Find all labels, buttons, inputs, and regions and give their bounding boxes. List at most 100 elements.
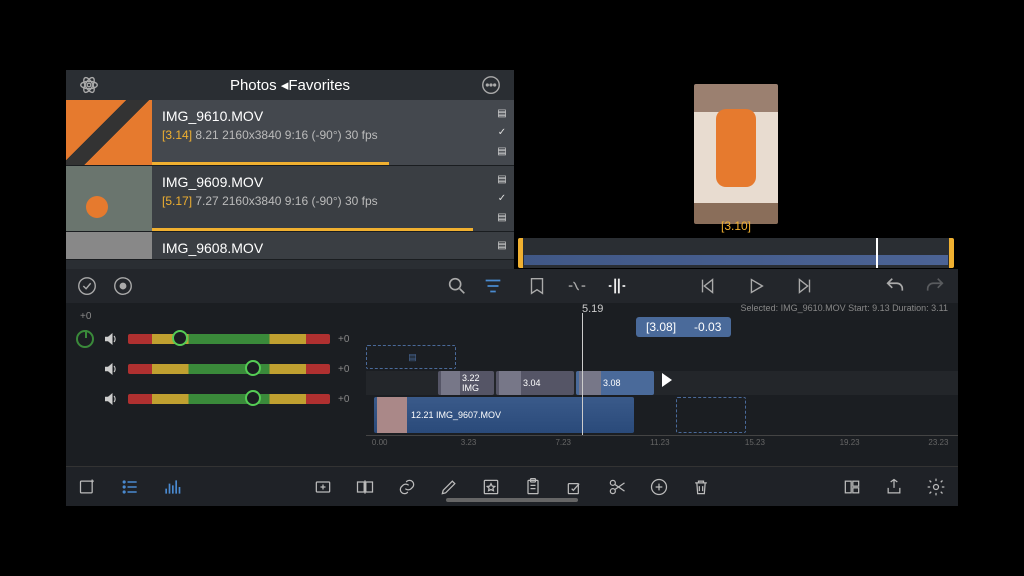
levels-icon[interactable]: [162, 477, 182, 497]
mixer-label: +0: [76, 311, 356, 322]
gain-value: +0: [338, 334, 356, 345]
star-box-icon[interactable]: [481, 477, 501, 497]
atom-icon[interactable]: [78, 74, 100, 96]
waveform: [524, 255, 948, 265]
timeline-playhead[interactable]: [582, 313, 583, 436]
mixer-row: +0: [76, 386, 356, 412]
clip-placeholder[interactable]: ▤: [366, 345, 456, 369]
library-list[interactable]: IMG_9610.MOV [3.14] 8.21 2160x3840 9:16 …: [66, 100, 514, 269]
gear-icon[interactable]: [926, 477, 946, 497]
audio-clip[interactable]: 12.21 IMG_9607.MOV: [374, 397, 634, 433]
pan-knob[interactable]: [76, 330, 94, 348]
library-item[interactable]: IMG_9608.MOV ▤: [66, 232, 514, 260]
library-footer: [66, 269, 514, 303]
layout-icon[interactable]: [842, 477, 862, 497]
clip-thumbnail: [377, 397, 407, 433]
scrubber-playhead[interactable]: [876, 238, 878, 268]
add-media-icon[interactable]: [78, 477, 98, 497]
film-icon: ▤: [497, 108, 506, 119]
speaker-icon[interactable]: [102, 330, 120, 348]
gain-value: +0: [338, 364, 356, 375]
more-icon[interactable]: [480, 74, 502, 96]
library-panel: Photos ◂Favorites IMG_9610.MOV [3.14] 8.…: [66, 70, 514, 303]
search-icon[interactable]: [446, 275, 468, 297]
film-icon: ▤: [497, 240, 506, 251]
scrubber-strip[interactable]: [518, 238, 954, 268]
scissors-icon[interactable]: [607, 477, 627, 497]
check-icon: ✓: [498, 193, 506, 204]
library-item[interactable]: IMG_9609.MOV [5.17] 7.27 2160x3840 9:16 …: [66, 166, 514, 232]
mark-in-icon[interactable]: [526, 275, 548, 297]
timeline-ruler[interactable]: 0.00 3.23 7.23 11.23 15.23 19.23 23.23: [366, 435, 958, 453]
speaker-icon[interactable]: [102, 360, 120, 378]
clip-placeholder[interactable]: [676, 397, 746, 433]
clip-thumbnail: [66, 232, 152, 259]
audio-mixer: +0 +0 +0 +0: [66, 303, 366, 466]
library-header: Photos ◂Favorites: [66, 70, 514, 100]
link-icon[interactable]: [397, 477, 417, 497]
video-clip-selected[interactable]: 3.08: [576, 371, 654, 395]
clip-thumbnail: [66, 100, 152, 165]
redo-icon[interactable]: [924, 275, 946, 297]
video-clip[interactable]: 3.04: [496, 371, 574, 395]
clip-usage-bar: [152, 228, 473, 231]
ripple-icon[interactable]: [566, 275, 588, 297]
transport-bar: [514, 269, 958, 303]
level-meter[interactable]: [128, 364, 330, 374]
filter-icon[interactable]: [482, 275, 504, 297]
clipboard-icon[interactable]: [523, 477, 543, 497]
clip-name: IMG_9609.MOV: [162, 174, 480, 190]
clip-name: IMG_9608.MOV: [162, 240, 480, 256]
gain-value: +0: [338, 394, 356, 405]
next-icon[interactable]: [793, 275, 815, 297]
fader-handle[interactable]: [245, 390, 261, 406]
level-meter[interactable]: [128, 394, 330, 404]
play-triangle-icon: [662, 373, 672, 387]
clip-meta: IMG_9610.MOV [3.14] 8.21 2160x3840 9:16 …: [152, 100, 490, 165]
record-icon[interactable]: [112, 275, 134, 297]
speaker-icon[interactable]: [102, 390, 120, 408]
insert-icon[interactable]: [355, 477, 375, 497]
fader-handle[interactable]: [245, 360, 261, 376]
timeline-track-a1[interactable]: 12.21 IMG_9607.MOV: [366, 397, 958, 433]
stack-icon: ▤: [497, 212, 506, 223]
prev-icon[interactable]: [697, 275, 719, 297]
trim-badge: [3.08]-0.03: [636, 317, 731, 337]
clip-meta: IMG_9608.MOV: [152, 232, 490, 259]
clip-side-icons: ▤✓▤: [490, 166, 514, 231]
add-clip-icon[interactable]: [313, 477, 333, 497]
undo-icon[interactable]: [884, 275, 906, 297]
clip-side-icons: ▤: [490, 232, 514, 259]
add-circle-icon[interactable]: [649, 477, 669, 497]
video-clip[interactable]: 3.22 IMG: [438, 371, 494, 395]
fader-handle[interactable]: [172, 330, 188, 346]
timeline-track-v1[interactable]: ▤: [366, 345, 958, 369]
mid-row: +0 +0 +0 +0 5.19 Selected: IMG_9610.MOV …: [66, 303, 958, 466]
checkbox-icon[interactable]: [565, 477, 585, 497]
clip-side-icons: ▤ ✓ ▤: [490, 100, 514, 165]
playhead-time: 5.19: [582, 303, 603, 315]
library-title[interactable]: Photos ◂Favorites: [230, 76, 350, 94]
stack-icon: ▤: [497, 146, 506, 157]
play-icon[interactable]: [745, 275, 767, 297]
selection-info: Selected: IMG_9610.MOV Start: 9.13 Durat…: [741, 303, 948, 313]
home-indicator: [446, 498, 578, 502]
preview-viewport[interactable]: [3.10]: [514, 70, 958, 237]
timeline-panel[interactable]: 5.19 Selected: IMG_9610.MOV Start: 9.13 …: [366, 303, 958, 466]
level-meter[interactable]: [128, 334, 330, 344]
split-icon[interactable]: [606, 275, 628, 297]
clip-stats: [5.17] 7.27 2160x3840 9:16 (-90°) 30 fps: [162, 194, 480, 208]
clip-thumbnail: [66, 166, 152, 231]
pencil-icon[interactable]: [439, 477, 459, 497]
library-item[interactable]: IMG_9610.MOV [3.14] 8.21 2160x3840 9:16 …: [66, 100, 514, 166]
select-all-icon[interactable]: [76, 275, 98, 297]
list-icon[interactable]: [120, 477, 140, 497]
clip-meta: IMG_9609.MOV [5.17] 7.27 2160x3840 9:16 …: [152, 166, 490, 231]
check-icon: ✓: [498, 127, 506, 138]
preview-timecode: [3.10]: [721, 219, 751, 233]
trash-icon[interactable]: [691, 477, 711, 497]
app-window: Photos ◂Favorites IMG_9610.MOV [3.14] 8.…: [66, 70, 958, 506]
clip-usage-bar: [152, 162, 389, 165]
share-icon[interactable]: [884, 477, 904, 497]
mixer-row: +0: [76, 356, 356, 382]
